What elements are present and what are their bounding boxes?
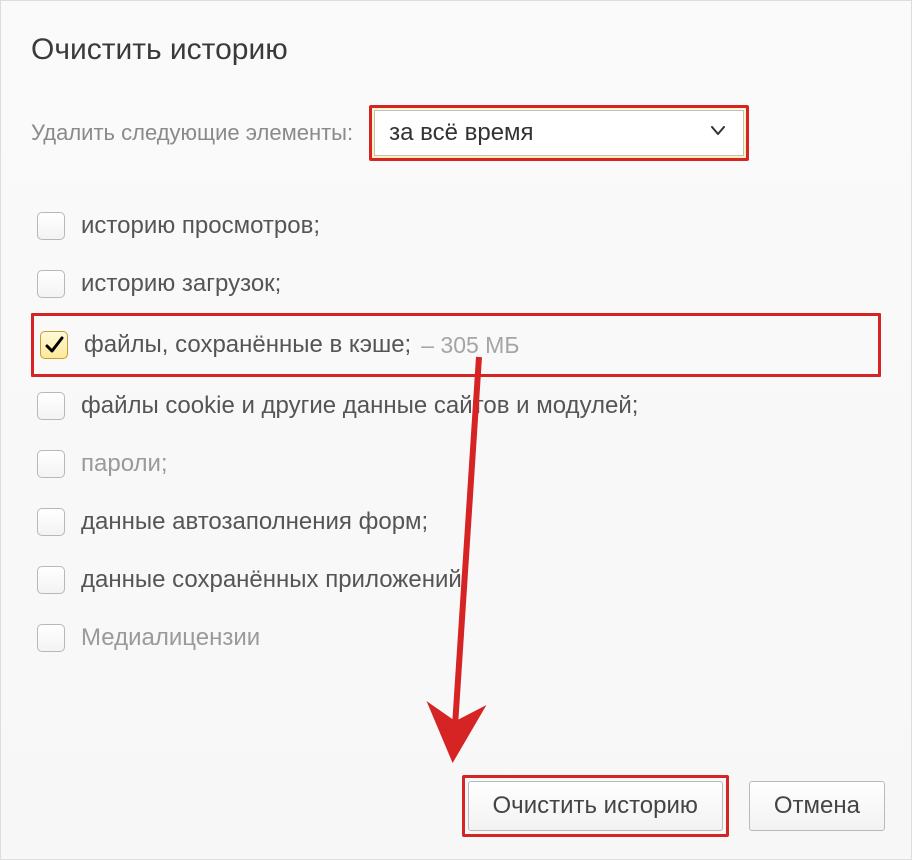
time-range-selected: за всё время [389, 119, 533, 147]
option-row[interactable]: данные сохранённых приложений. [31, 551, 881, 609]
checkbox[interactable] [37, 624, 65, 652]
button-bar: Очистить историю Отмена [462, 775, 885, 837]
time-range-label: Удалить следующие элементы: [31, 120, 353, 146]
option-label: историю просмотров; [81, 212, 320, 240]
option-row[interactable]: историю загрузок; [31, 255, 881, 313]
clear-history-dialog: Очистить историю Удалить следующие элеме… [0, 0, 912, 860]
annotation-highlight-clear-button: Очистить историю [462, 775, 729, 837]
option-row[interactable]: файлы cookie и другие данные сайтов и мо… [31, 377, 881, 435]
cancel-button[interactable]: Отмена [749, 781, 885, 831]
checkmark-icon [44, 335, 64, 355]
dialog-title: Очистить историю [31, 33, 881, 67]
option-label: данные сохранённых приложений. [81, 566, 468, 594]
checkbox[interactable] [37, 212, 65, 240]
option-label: файлы cookie и другие данные сайтов и мо… [81, 392, 638, 420]
option-row[interactable]: Медиалицензии [31, 609, 881, 667]
option-label: Медиалицензии [81, 624, 260, 652]
option-row[interactable]: данные автозаполнения форм; [31, 493, 881, 551]
checkbox[interactable] [37, 450, 65, 478]
option-row[interactable]: пароли; [31, 435, 881, 493]
option-label: данные автозаполнения форм; [81, 508, 428, 536]
checkbox[interactable] [37, 566, 65, 594]
checkbox[interactable] [37, 508, 65, 536]
checkbox[interactable] [37, 270, 65, 298]
annotation-highlight-dropdown: за всё время [369, 105, 749, 161]
checkbox[interactable] [40, 331, 68, 359]
option-row[interactable]: файлы, сохранённые в кэше; – 305 МБ [31, 313, 881, 377]
checkbox[interactable] [37, 392, 65, 420]
clear-history-button[interactable]: Очистить историю [468, 781, 723, 831]
options-list: историю просмотров; историю загрузок; файл… [31, 197, 881, 667]
option-extra: – 305 МБ [421, 332, 519, 359]
option-row[interactable]: историю просмотров; [31, 197, 881, 255]
time-range-dropdown[interactable]: за всё время [374, 110, 744, 156]
option-label: историю загрузок; [81, 270, 281, 298]
time-range-row: Удалить следующие элементы: за всё время [31, 105, 881, 161]
chevron-down-icon [711, 126, 725, 140]
option-label: пароли; [81, 450, 168, 478]
option-label: файлы, сохранённые в кэше; [84, 331, 411, 359]
